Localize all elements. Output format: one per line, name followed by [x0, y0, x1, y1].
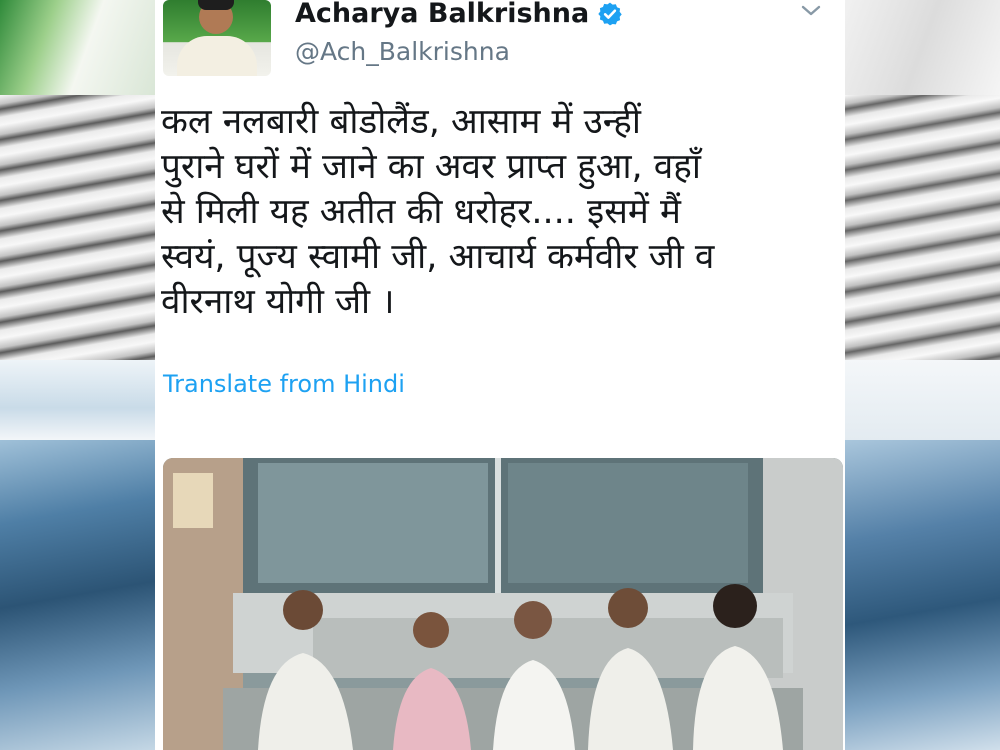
author-name-row[interactable]: Acharya Balkrishna	[295, 0, 623, 29]
tweet-text: कल नलबारी बोडोलैंड, आसाम में उन्हीं पुरा…	[161, 102, 715, 322]
avatar[interactable]	[163, 0, 271, 76]
verified-badge-icon	[597, 1, 623, 27]
author-display-name[interactable]: Acharya Balkrishna	[295, 0, 589, 29]
tweet-photo[interactable]	[163, 458, 843, 750]
blurred-background-left	[0, 0, 155, 750]
translate-link[interactable]: Translate from Hindi	[163, 370, 405, 398]
tweet-card: Acharya Balkrishna @Ach_Balkrishna कल नल…	[155, 0, 845, 750]
blurred-background-right	[845, 0, 1000, 750]
chevron-down-icon[interactable]	[800, 0, 822, 22]
author-handle[interactable]: @Ach_Balkrishna	[295, 37, 510, 66]
